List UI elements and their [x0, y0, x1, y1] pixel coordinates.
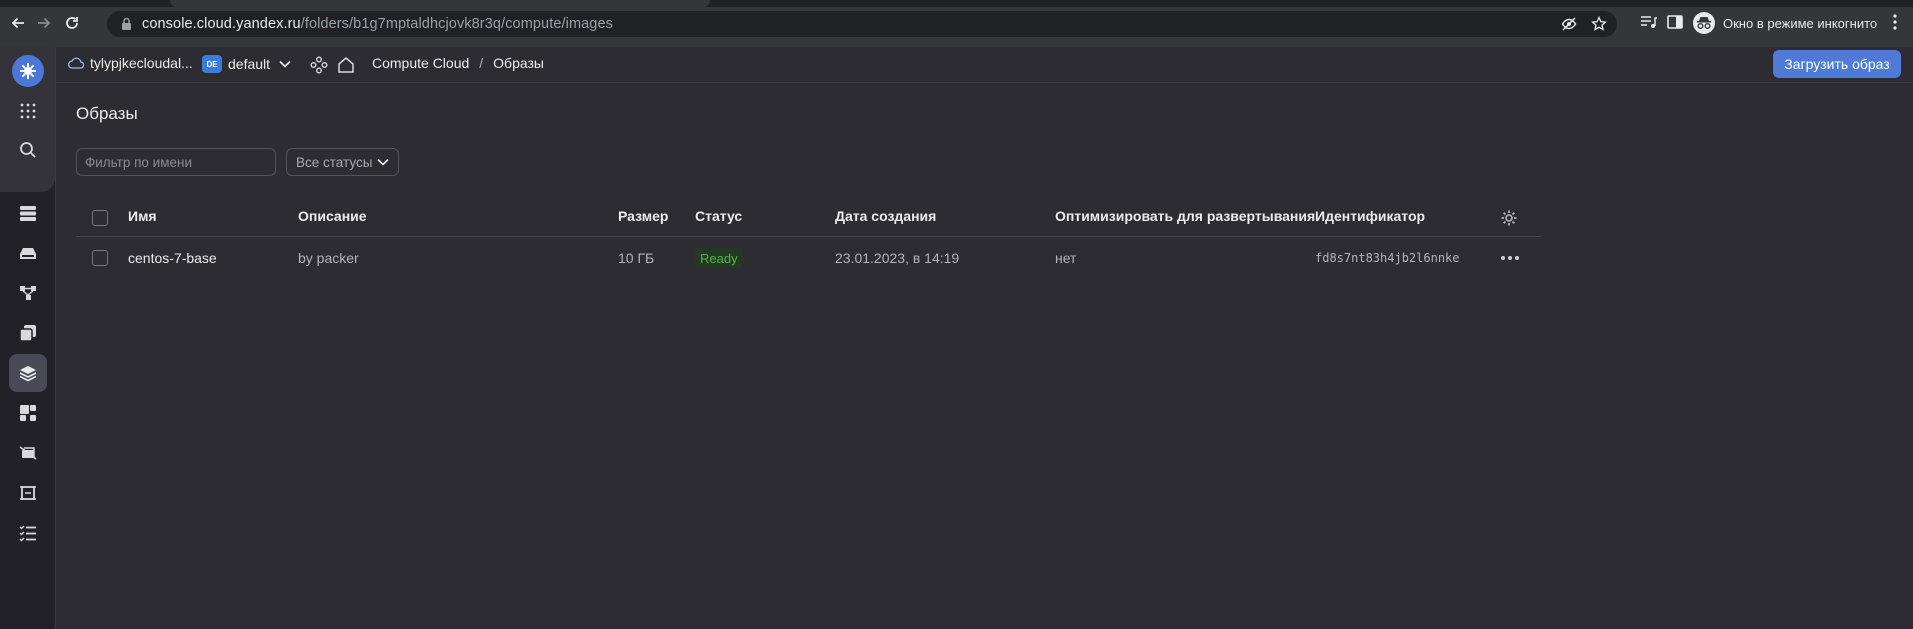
upload-image-button[interactable]: Загрузить образ: [1773, 50, 1901, 78]
column-created[interactable]: Дата создания: [835, 208, 936, 224]
virtual-machines-icon[interactable]: [9, 194, 47, 232]
images-icon[interactable]: [9, 354, 47, 392]
image-created: 23.01.2023, в 14:19: [835, 250, 960, 266]
page-title: Образы: [76, 104, 138, 123]
column-name[interactable]: Имя: [128, 208, 157, 224]
sidebar: [0, 47, 56, 629]
column-status[interactable]: Статус: [695, 208, 742, 224]
incognito-indicator[interactable]: Окно в режиме инкогнито: [1693, 12, 1877, 34]
column-optimize[interactable]: Оптимизировать для развертывания: [1055, 208, 1315, 224]
breadcrumb-current: Образы: [493, 55, 544, 71]
image-name[interactable]: centos-7-base: [128, 250, 217, 266]
name-filter-input[interactable]: [76, 148, 276, 176]
breadcrumb-separator: /: [479, 55, 484, 71]
row-actions-more-icon[interactable]: [1501, 256, 1519, 260]
console-header: tylypjkecloudal... DE default Compute Cl…: [56, 47, 1913, 83]
disks-icon[interactable]: [9, 234, 47, 272]
active-tab[interactable]: [170, 0, 710, 7]
breadcrumb: Compute Cloud / Образы: [372, 55, 544, 71]
status-filter-select[interactable]: Все статусы: [286, 148, 399, 176]
column-size[interactable]: Размер: [618, 208, 668, 224]
instance-groups-icon[interactable]: [9, 394, 47, 432]
column-id[interactable]: Идентификатор: [1315, 208, 1425, 224]
image-optimize: нет: [1055, 250, 1077, 266]
forward-icon[interactable]: [34, 13, 54, 33]
table-settings-gear-icon[interactable]: [1500, 209, 1518, 232]
table-header: Имя Описание Размер Статус Дата создания…: [76, 199, 1541, 237]
folder-selector[interactable]: DE default: [202, 55, 291, 73]
browser-toolbar: console.cloud.yandex.ru/folders/b1g7mpta…: [0, 0, 1913, 47]
eye-slash-icon[interactable]: [1561, 16, 1577, 32]
breadcrumb-service[interactable]: Compute Cloud: [372, 55, 469, 71]
cloud-selector[interactable]: tylypjkecloudal...: [68, 55, 193, 71]
more-vertical-icon[interactable]: [1893, 14, 1897, 35]
image-id: fd8s7nt83h4jb2l6nnke: [1315, 251, 1460, 265]
dedicated-hosts-icon[interactable]: [9, 474, 47, 512]
tab-strip: [0, 0, 1913, 7]
row-checkbox[interactable]: [92, 250, 108, 266]
side-panel-icon[interactable]: [1665, 12, 1685, 34]
incognito-icon: [1693, 12, 1715, 34]
folder-badge: DE: [202, 55, 222, 73]
cloud-icon: [68, 57, 84, 69]
placement-groups-icon[interactable]: [9, 274, 47, 312]
url-text: console.cloud.yandex.ru/folders/b1g7mpta…: [142, 16, 613, 32]
search-icon[interactable]: [9, 131, 47, 169]
chevron-down-icon: [279, 60, 291, 68]
incognito-label: Окно в режиме инкогнито: [1723, 15, 1878, 31]
table-row[interactable]: centos-7-base by packer 10 ГБ Ready 23.0…: [76, 238, 1541, 278]
address-bar[interactable]: console.cloud.yandex.ru/folders/b1g7mpta…: [107, 11, 1617, 37]
media-control-icon[interactable]: [1638, 12, 1658, 34]
select-all-checkbox[interactable]: [92, 210, 108, 226]
column-description[interactable]: Описание: [298, 208, 367, 224]
all-services-grid-icon[interactable]: [9, 92, 47, 130]
image-description: by packer: [298, 250, 359, 266]
gpu-clusters-icon[interactable]: [9, 434, 47, 472]
chevron-down-icon: [377, 158, 389, 166]
status-badge: Ready: [695, 248, 743, 268]
operations-icon[interactable]: [9, 514, 47, 552]
image-size: 10 ГБ: [618, 250, 655, 266]
services-icon[interactable]: [310, 56, 328, 74]
snapshots-icon[interactable]: [9, 314, 47, 352]
lock-icon[interactable]: [121, 17, 132, 36]
folder-name: default: [228, 56, 271, 72]
yandex-cloud-logo-icon[interactable]: [12, 55, 44, 87]
back-icon[interactable]: [8, 13, 28, 33]
reload-icon[interactable]: [62, 13, 82, 33]
cloud-name: tylypjkecloudal...: [90, 55, 193, 71]
bookmark-star-icon[interactable]: [1591, 15, 1607, 32]
home-icon[interactable]: [337, 56, 355, 74]
status-filter-value: Все статусы: [296, 154, 373, 170]
